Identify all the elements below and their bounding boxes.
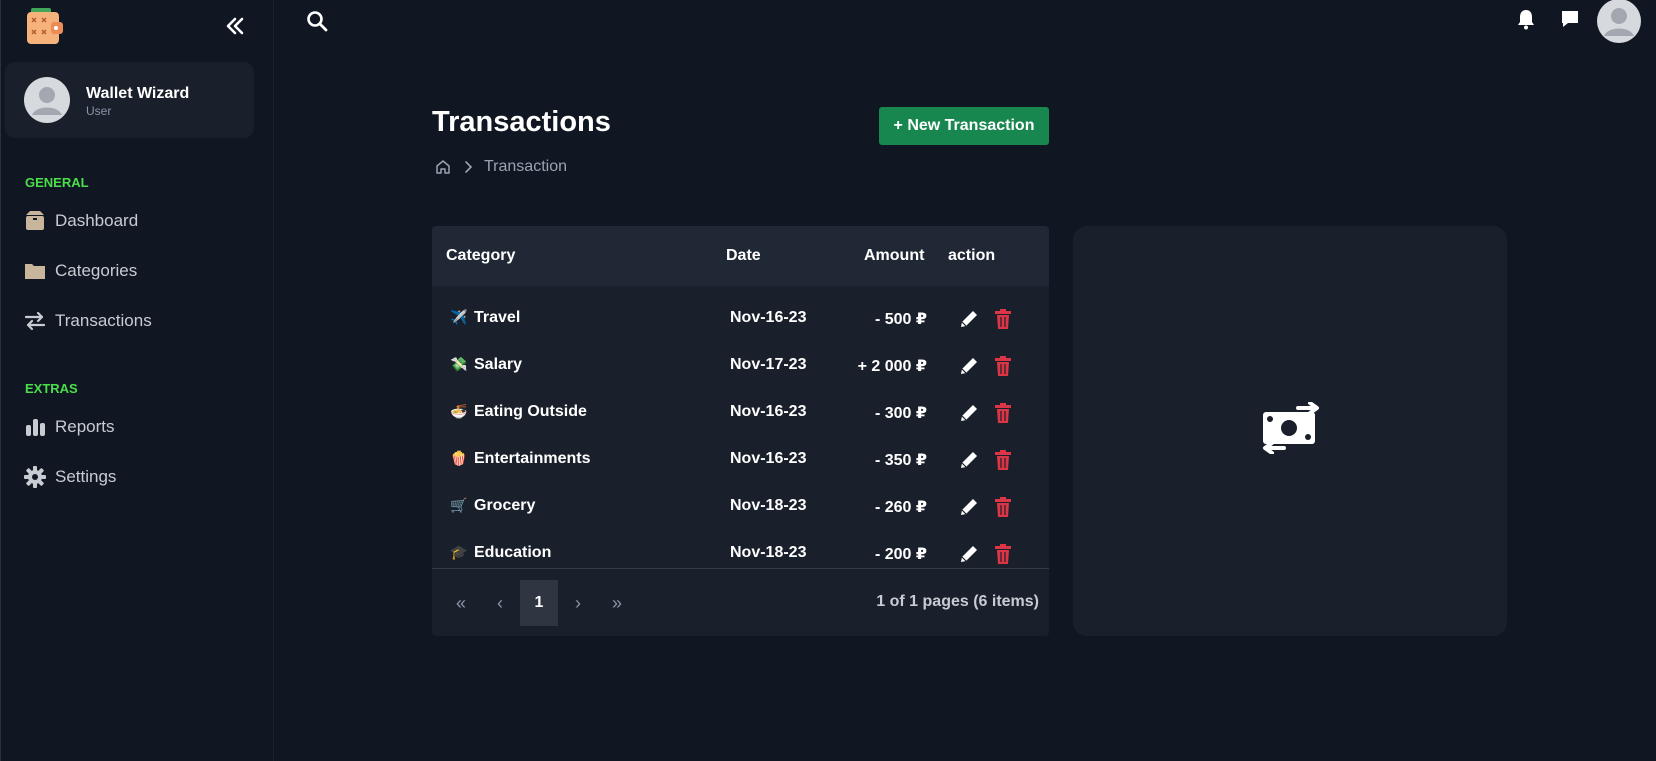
sidebar-item-label: Dashboard — [55, 211, 139, 230]
category-name: Salary — [474, 356, 523, 373]
sidebar-item-transactions[interactable]: Transactions — [23, 305, 253, 337]
delete-icon[interactable] — [992, 449, 1014, 471]
chevron-right-icon — [465, 161, 473, 173]
sidebar-item-label: Reports — [55, 417, 115, 436]
table-row[interactable]: 💸 Salary Nov-17-23 + 2 000 ₽ — [432, 343, 1049, 390]
page-info: 1 of 1 pages (6 items) — [876, 593, 1039, 610]
category-cell: 🍿 Entertainments — [450, 450, 590, 468]
delete-icon[interactable] — [992, 308, 1014, 330]
category-emoji-icon: 🎓 — [450, 544, 468, 560]
first-page-button[interactable]: « — [442, 580, 480, 626]
category-name: Entertainments — [474, 450, 591, 467]
category-name: Travel — [474, 309, 521, 326]
table-row[interactable]: 🍿 Entertainments Nov-16-23 - 350 ₽ — [432, 437, 1049, 484]
category-name: Eating Outside — [474, 403, 587, 420]
edit-icon[interactable] — [958, 543, 980, 565]
sidebar-item-label: Transactions — [55, 311, 152, 330]
folder-icon — [25, 264, 45, 279]
category-emoji-icon: 🍿 — [450, 450, 468, 466]
column-header-amount[interactable]: Amount — [864, 247, 924, 265]
edit-icon[interactable] — [958, 402, 980, 424]
transaction-detail-card — [1073, 226, 1507, 636]
edit-icon[interactable] — [958, 308, 980, 330]
sidebar-item-reports[interactable]: Reports — [23, 411, 253, 443]
page-button-current[interactable]: 1 — [520, 580, 558, 626]
sidebar-item-categories[interactable]: Categories — [23, 255, 253, 287]
amount-cell: - 260 ₽ — [874, 499, 927, 516]
home-icon[interactable] — [434, 158, 452, 176]
category-emoji-icon: 🛒 — [450, 497, 468, 513]
sidebar-item-settings[interactable]: Settings — [23, 461, 253, 493]
search-icon[interactable] — [306, 10, 328, 32]
table-row[interactable]: ✈️ Travel Nov-16-23 - 500 ₽ — [432, 296, 1049, 343]
next-page-button[interactable]: › — [559, 580, 597, 626]
sidebar: Wallet Wizard User GENERAL Dashboard Cat… — [0, 0, 274, 761]
column-header-date[interactable]: Date — [726, 247, 761, 265]
user-role: User — [86, 104, 112, 118]
category-name: Education — [474, 544, 552, 561]
date-cell: Nov-18-23 — [730, 544, 807, 561]
category-cell: 🍜 Eating Outside — [450, 403, 587, 421]
delete-icon[interactable] — [992, 543, 1014, 565]
new-transaction-button[interactable]: + New Transaction — [879, 107, 1049, 145]
avatar — [24, 77, 70, 123]
delete-icon[interactable] — [992, 496, 1014, 518]
pagination: « ‹ 1 › » 1 of 1 pages (6 items) — [432, 568, 1049, 636]
category-cell: 🎓 Education — [450, 544, 551, 562]
last-page-button[interactable]: » — [598, 580, 636, 626]
delete-icon[interactable] — [992, 402, 1014, 424]
sidebar-item-label: Settings — [55, 467, 117, 486]
date-cell: Nov-16-23 — [730, 450, 807, 467]
collapse-sidebar-icon[interactable] — [223, 14, 247, 38]
amount-cell: - 300 ₽ — [874, 405, 927, 422]
money-exchange-icon — [1263, 402, 1319, 454]
delete-icon[interactable] — [992, 355, 1014, 377]
edit-icon[interactable] — [958, 355, 980, 377]
table-row[interactable]: 🛒 Grocery Nov-18-23 - 260 ₽ — [432, 484, 1049, 531]
page-title: Transactions — [432, 106, 611, 138]
box-icon — [26, 211, 44, 230]
user-name: Wallet Wizard — [86, 85, 190, 102]
amount-cell: - 500 ₽ — [874, 311, 927, 328]
sidebar-item-dashboard[interactable]: Dashboard — [23, 205, 253, 237]
category-emoji-icon: 💸 — [450, 356, 468, 372]
category-cell: 🛒 Grocery — [450, 497, 535, 515]
date-cell: Nov-16-23 — [730, 403, 807, 420]
section-title-extras: EXTRAS — [25, 381, 78, 396]
edit-icon[interactable] — [958, 496, 980, 518]
date-cell: Nov-18-23 — [730, 497, 807, 514]
user-card[interactable]: Wallet Wizard User — [5, 62, 254, 138]
prev-page-button[interactable]: ‹ — [481, 580, 519, 626]
category-cell: 💸 Salary — [450, 356, 522, 374]
table-header: Category Date Amount action — [432, 226, 1049, 286]
transactions-table: Category Date Amount action ✈️ Travel Nov… — [432, 226, 1049, 636]
chat-icon[interactable] — [1559, 8, 1581, 30]
amount-cell: - 350 ₽ — [874, 452, 927, 469]
category-emoji-icon: 🍜 — [450, 403, 468, 419]
category-cell: ✈️ Travel — [450, 309, 520, 327]
section-title-general: GENERAL — [25, 175, 89, 190]
sidebar-item-label: Categories — [55, 261, 138, 280]
category-name: Grocery — [474, 497, 536, 514]
wallet-logo-icon[interactable] — [25, 6, 67, 48]
table-row[interactable]: 🍜 Eating Outside Nov-16-23 - 300 ₽ — [432, 390, 1049, 437]
arrows-exchange-icon — [24, 311, 46, 331]
column-header-action: action — [948, 247, 996, 264]
edit-icon[interactable] — [958, 449, 980, 471]
date-cell: Nov-16-23 — [730, 309, 807, 326]
profile-avatar[interactable] — [1596, 0, 1642, 44]
breadcrumb-current: Transaction — [484, 158, 567, 175]
column-header-category[interactable]: Category — [446, 247, 515, 265]
gear-icon — [24, 466, 46, 488]
amount-cell: + 2 000 ₽ — [857, 358, 927, 375]
amount-cell: - 200 ₽ — [874, 546, 927, 563]
bell-icon[interactable] — [1515, 8, 1537, 30]
category-emoji-icon: ✈️ — [450, 309, 468, 325]
bar-chart-icon — [26, 419, 45, 436]
date-cell: Nov-17-23 — [730, 356, 807, 373]
breadcrumb: Transaction — [434, 156, 567, 178]
